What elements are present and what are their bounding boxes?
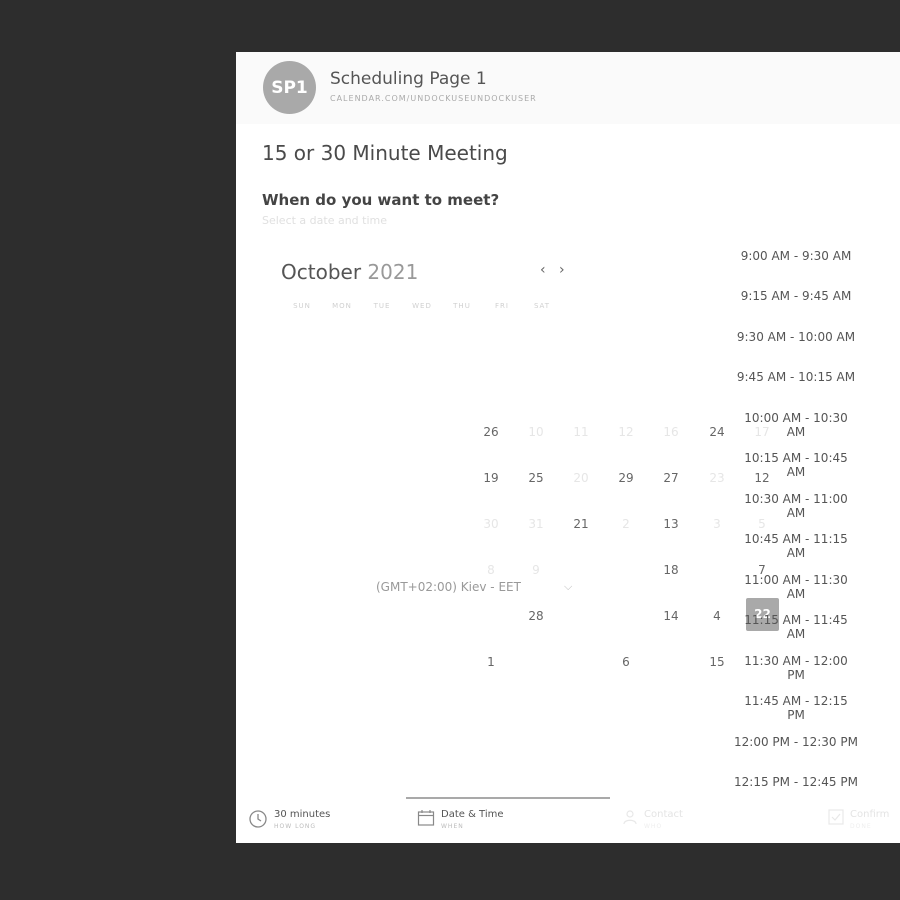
scheduling-page-title: Scheduling Page 1	[330, 69, 487, 89]
weekday-label: SUN	[293, 302, 311, 310]
time-slot[interactable]: 12:00 PM - 12:30 PM	[734, 735, 858, 749]
chevron-down-icon[interactable]: ⌵	[564, 580, 572, 594]
step-contact[interactable]: Contact WHO	[622, 809, 683, 830]
active-step-indicator	[406, 797, 610, 799]
calendar-day[interactable]: 24	[697, 425, 737, 439]
calendar-day-unavailable: 23	[709, 471, 725, 485]
calendar-day[interactable]: 21	[561, 517, 601, 531]
month-name: October	[281, 260, 362, 284]
calendar-day-unavailable: 9	[532, 563, 540, 577]
weekday-label: MON	[332, 302, 352, 310]
step-label: Contact	[644, 809, 683, 820]
weekday-label: WED	[412, 302, 432, 310]
chevron-right-icon: ›	[559, 262, 565, 278]
step-footer: 30 minutes HOW LONG Date & Time WHEN Con…	[236, 797, 900, 843]
calendar-day-unavailable: 30	[483, 517, 499, 531]
calendar-day[interactable]: 4	[697, 609, 737, 623]
weekday-label: FRI	[495, 302, 509, 310]
step-date-time[interactable]: Date & Time WHEN	[417, 809, 504, 830]
clock-icon	[249, 810, 267, 828]
weekday-label: TUE	[373, 302, 391, 310]
step-label: Date & Time	[441, 809, 504, 820]
calendar-day-unavailable: 2	[622, 517, 630, 531]
timezone-select[interactable]: (GMT+02:00) Kiev - EET	[376, 580, 521, 594]
person-icon	[623, 810, 637, 825]
weekday-label: THU	[453, 302, 471, 310]
time-slot[interactable]: 11:30 AM - 12:00 PM	[734, 654, 858, 682]
month-label: October 2021	[281, 260, 418, 284]
time-slot[interactable]: 11:15 AM - 11:45 AM	[734, 613, 858, 641]
calendar-day[interactable]: 13	[651, 517, 691, 531]
calendar-day-unavailable: 31	[528, 517, 544, 531]
calendar-day[interactable]: 15	[697, 655, 737, 669]
avatar: SP1	[263, 61, 316, 114]
calendar-day-unavailable: 10	[528, 425, 544, 439]
calendar-day[interactable]: 29	[606, 471, 646, 485]
time-slot[interactable]: 9:30 AM - 10:00 AM	[734, 330, 858, 344]
calendar-day[interactable]: 14	[651, 609, 691, 623]
month-year: 2021	[367, 260, 419, 284]
calendar-day-unavailable: 20	[573, 471, 589, 485]
meeting-title: 15 or 30 Minute Meeting	[262, 141, 508, 165]
calendar-day[interactable]: 27	[651, 471, 691, 485]
check-icon	[828, 809, 844, 825]
time-slot[interactable]: 9:00 AM - 9:30 AM	[734, 249, 858, 263]
weekday-label: SAT	[533, 302, 551, 310]
step-label: 30 minutes	[274, 809, 331, 820]
scheduling-card: SP1 Scheduling Page 1 CALENDAR.COM/UNDOC…	[236, 52, 900, 843]
calendar-day-unavailable: 12	[618, 425, 634, 439]
page-header: SP1 Scheduling Page 1 CALENDAR.COM/UNDOC…	[236, 52, 900, 124]
step-confirm[interactable]: Confirm DONE	[828, 809, 889, 830]
calendar-day-unavailable: 3	[713, 517, 721, 531]
time-slot[interactable]: 12:15 PM - 12:45 PM	[734, 775, 858, 789]
step-label: Confirm	[850, 809, 890, 820]
step-duration[interactable]: 30 minutes HOW LONG	[248, 809, 330, 830]
calendar-day[interactable]: 1	[471, 655, 511, 669]
time-slot[interactable]: 9:45 AM - 10:15 AM	[734, 370, 858, 384]
calendar-icon	[417, 810, 435, 826]
step-sublabel: DONE	[850, 823, 872, 830]
calendar-day-unavailable: 11	[573, 425, 589, 439]
prev-month-button[interactable]: ‹	[540, 262, 546, 278]
calendar-day[interactable]: 26	[471, 425, 511, 439]
calendar-day[interactable]: 25	[516, 471, 556, 485]
meeting-question-subtitle: Select a date and time	[262, 214, 388, 227]
time-slot[interactable]: 11:00 AM - 11:30 AM	[734, 573, 858, 601]
calendar-day[interactable]: 19	[471, 471, 511, 485]
scheduling-page-url[interactable]: CALENDAR.COM/UNDOCKUSEUNDOCKUSER	[330, 94, 537, 103]
time-slot[interactable]: 10:15 AM - 10:45 AM	[734, 451, 858, 479]
step-sublabel: HOW LONG	[274, 823, 317, 830]
time-slot[interactable]: 10:00 AM - 10:30 AM	[734, 411, 858, 439]
calendar-day[interactable]: 28	[516, 609, 556, 623]
step-sublabel: WHEN	[441, 823, 464, 830]
next-month-button[interactable]: ›	[559, 262, 565, 278]
time-slot[interactable]: 10:45 AM - 11:15 AM	[734, 532, 858, 560]
time-slot[interactable]: 9:15 AM - 9:45 AM	[734, 289, 858, 303]
calendar-day-unavailable: 8	[487, 563, 495, 577]
time-slot[interactable]: 11:45 AM - 12:15 PM	[734, 694, 858, 722]
step-sublabel: WHO	[644, 823, 663, 830]
chevron-left-icon: ‹	[540, 262, 546, 278]
calendar-day[interactable]: 18	[651, 563, 691, 577]
calendar-day[interactable]: 6	[606, 655, 646, 669]
meeting-question: When do you want to meet?	[262, 191, 500, 209]
time-slot[interactable]: 10:30 AM - 11:00 AM	[734, 492, 858, 520]
calendar-day-unavailable: 16	[663, 425, 679, 439]
